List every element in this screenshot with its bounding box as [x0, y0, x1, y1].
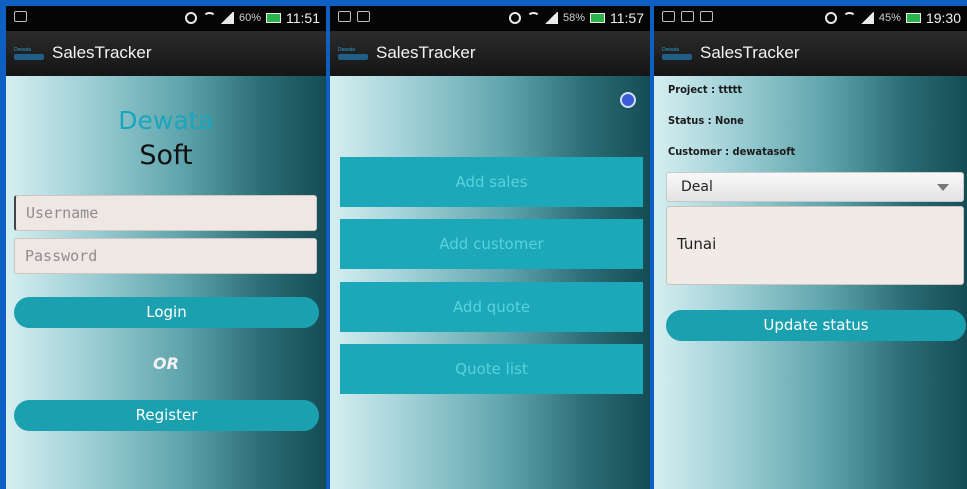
status-label: Status : None	[668, 114, 744, 127]
app-logo-text: Dewata	[14, 47, 31, 53]
app-logo: Dewata	[662, 47, 698, 61]
app-logo: Dewata	[338, 47, 374, 61]
brand-line-1: Dewata	[118, 106, 214, 135]
add-sales-button[interactable]: Add sales	[340, 157, 643, 207]
update-status-button[interactable]: Update status	[666, 310, 966, 341]
action-bar: Dewata SalesTracker	[6, 31, 326, 76]
battery-percent: 45%	[878, 12, 901, 24]
app-title: SalesTracker	[376, 43, 476, 62]
quote-list-button[interactable]: Quote list	[340, 344, 643, 394]
alarm-icon	[508, 12, 521, 24]
add-customer-button[interactable]: Add customer	[340, 219, 643, 269]
project-label: Project : ttttt	[668, 83, 743, 96]
app-logo-mark	[14, 54, 44, 60]
action-bar: Dewata SalesTracker	[330, 31, 650, 76]
app-logo-text: Dewata	[662, 47, 679, 53]
app-title: SalesTracker	[700, 43, 800, 62]
notes-textarea[interactable]: Tunai	[666, 206, 964, 285]
signal-icon	[859, 12, 874, 24]
clock: 11:57	[610, 10, 644, 26]
or-divider: OR	[153, 354, 179, 373]
app-title: SalesTracker	[52, 43, 152, 62]
add-quote-button[interactable]: Add quote	[340, 282, 643, 332]
wifi-icon	[526, 12, 540, 24]
wifi-icon	[202, 12, 216, 24]
app-logo-text: Dewata	[338, 47, 355, 53]
brand-line-2: Soft	[139, 140, 193, 171]
app-logo-mark	[338, 54, 368, 60]
image-notification-icon	[338, 11, 351, 22]
login-button[interactable]: Login	[14, 297, 319, 328]
status-bar: 60% 11:51	[6, 6, 326, 31]
status-select-value: Deal	[681, 179, 713, 195]
battery-icon	[905, 13, 921, 23]
dropdown-arrow-icon	[937, 184, 949, 191]
clock: 11:51	[286, 10, 320, 26]
login-screen: 60% 11:51 Dewata SalesTracker Dewata Sof…	[6, 6, 326, 489]
alarm-icon	[184, 12, 197, 24]
register-button[interactable]: Register	[14, 400, 319, 431]
battery-icon	[266, 13, 281, 23]
call-notification-icon	[681, 11, 694, 22]
app-logo-mark	[662, 54, 692, 60]
settings-icon[interactable]	[620, 92, 636, 108]
alarm-icon	[824, 12, 837, 24]
password-input[interactable]	[14, 238, 317, 274]
battery-icon	[590, 13, 605, 23]
action-bar: Dewata SalesTracker	[654, 31, 967, 76]
image-notification-icon	[662, 11, 675, 22]
customer-label: Customer : dewatasoft	[668, 145, 796, 158]
update-status-screen: 45% 19:30 Dewata SalesTracker Project : …	[654, 6, 967, 489]
notification-icon	[14, 11, 27, 22]
status-bar: 45% 19:30	[654, 6, 967, 31]
signal-icon	[219, 12, 234, 24]
status-bar: 58% 11:57	[330, 6, 650, 31]
notes-value: Tunai	[677, 235, 717, 253]
status-select[interactable]: Deal	[666, 172, 964, 202]
battery-percent: 58%	[562, 12, 585, 24]
message-notification-icon	[357, 11, 370, 22]
username-input[interactable]	[14, 195, 317, 231]
wifi-icon	[842, 12, 856, 24]
bag-notification-icon	[700, 11, 713, 22]
menu-screen: 58% 11:57 Dewata SalesTracker Add sales …	[330, 6, 650, 489]
battery-percent: 60%	[238, 12, 261, 24]
clock: 19:30	[925, 10, 961, 26]
app-logo: Dewata	[14, 47, 50, 61]
signal-icon	[543, 12, 558, 24]
